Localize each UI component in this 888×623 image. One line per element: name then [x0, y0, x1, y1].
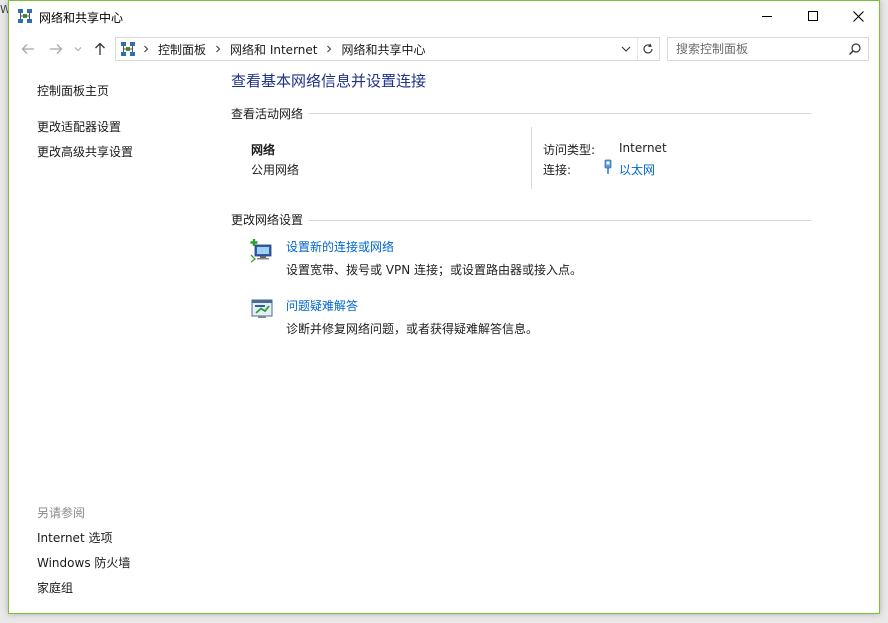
search-icon[interactable] [848, 42, 862, 56]
network-center-icon [17, 8, 33, 24]
breadcrumb-control-panel[interactable]: 控制面板 [154, 41, 210, 58]
troubleshoot-icon [249, 296, 275, 322]
window-title: 网络和共享中心 [39, 11, 124, 25]
active-networks-title: 查看活动网络 [231, 105, 310, 122]
network-sharing-center-window: 网络和共享中心 控制面板 网络和 Internet 网络和共享中心 搜索控制面板… [8, 0, 880, 614]
chevron-right-icon[interactable] [321, 38, 337, 60]
sidebar-item-control-panel-home[interactable]: 控制面板主页 [37, 82, 109, 99]
network-center-icon [120, 41, 136, 57]
address-bar: 控制面板 网络和 Internet 网络和共享中心 [9, 32, 879, 65]
address-history-dropdown[interactable] [617, 38, 635, 60]
refresh-button[interactable] [637, 38, 657, 60]
maximize-icon [808, 11, 818, 21]
see-also-windows-firewall[interactable]: Windows 防火墙 [37, 554, 130, 571]
ethernet-icon [603, 159, 613, 175]
see-also-homegroup[interactable]: 家庭组 [37, 579, 73, 596]
breadcrumb: 控制面板 网络和 Internet 网络和共享中心 [138, 38, 430, 60]
network-name: 网络 [251, 143, 276, 157]
back-button[interactable] [19, 40, 37, 58]
setup-new-connection-description: 设置宽带、拨号或 VPN 连接；或设置路由器或接入点。 [286, 263, 583, 277]
close-button[interactable] [835, 1, 879, 31]
sidebar-item-advanced-sharing[interactable]: 更改高级共享设置 [37, 143, 133, 160]
minimize-icon [762, 16, 772, 17]
search-input[interactable] [676, 41, 846, 57]
connection-label: 连接: [543, 163, 572, 177]
up-arrow-icon [95, 42, 105, 55]
ethernet-connection-link[interactable]: 以太网 [619, 161, 655, 178]
troubleshoot-description: 诊断并修复网络问题，或者获得疑难解答信息。 [286, 322, 539, 336]
breadcrumb-sharing-center[interactable]: 网络和共享中心 [337, 41, 429, 58]
see-also-title: 另请参阅 [37, 506, 86, 520]
minimize-button[interactable] [744, 1, 790, 31]
troubleshoot-link[interactable]: 问题疑难解答 [286, 297, 358, 314]
access-type-value: Internet [619, 141, 667, 155]
recent-dropdown-icon [74, 47, 82, 52]
chevron-down-icon [621, 46, 631, 52]
back-arrow-icon [21, 44, 34, 54]
breadcrumb-network-internet[interactable]: 网络和 Internet [226, 41, 321, 58]
page-title: 查看基本网络信息并设置连接 [231, 72, 427, 90]
up-button[interactable] [91, 40, 109, 58]
title-bar[interactable]: 网络和共享中心 [9, 1, 879, 31]
section-divider [231, 220, 811, 221]
search-box[interactable] [667, 37, 869, 61]
maximize-button[interactable] [790, 1, 836, 31]
see-also-internet-options[interactable]: Internet 选项 [37, 529, 112, 546]
forward-arrow-icon [50, 44, 63, 54]
network-divider [531, 127, 532, 189]
section-divider [231, 113, 811, 114]
close-icon [852, 10, 864, 22]
recent-locations-button[interactable] [72, 40, 84, 58]
chevron-right-icon[interactable] [210, 38, 226, 60]
access-type-label: 访问类型: [543, 143, 596, 157]
forward-button[interactable] [47, 40, 65, 58]
setup-new-connection-link[interactable]: 设置新的连接或网络 [286, 238, 394, 255]
sidebar-item-adapter-settings[interactable]: 更改适配器设置 [37, 118, 121, 135]
address-path[interactable]: 控制面板 网络和 Internet 网络和共享中心 [115, 37, 660, 61]
new-connection-icon [249, 237, 275, 263]
refresh-icon [643, 43, 653, 54]
network-profile: 公用网络 [251, 163, 300, 177]
change-settings-title: 更改网络设置 [231, 211, 310, 228]
chevron-right-icon[interactable] [138, 38, 154, 60]
